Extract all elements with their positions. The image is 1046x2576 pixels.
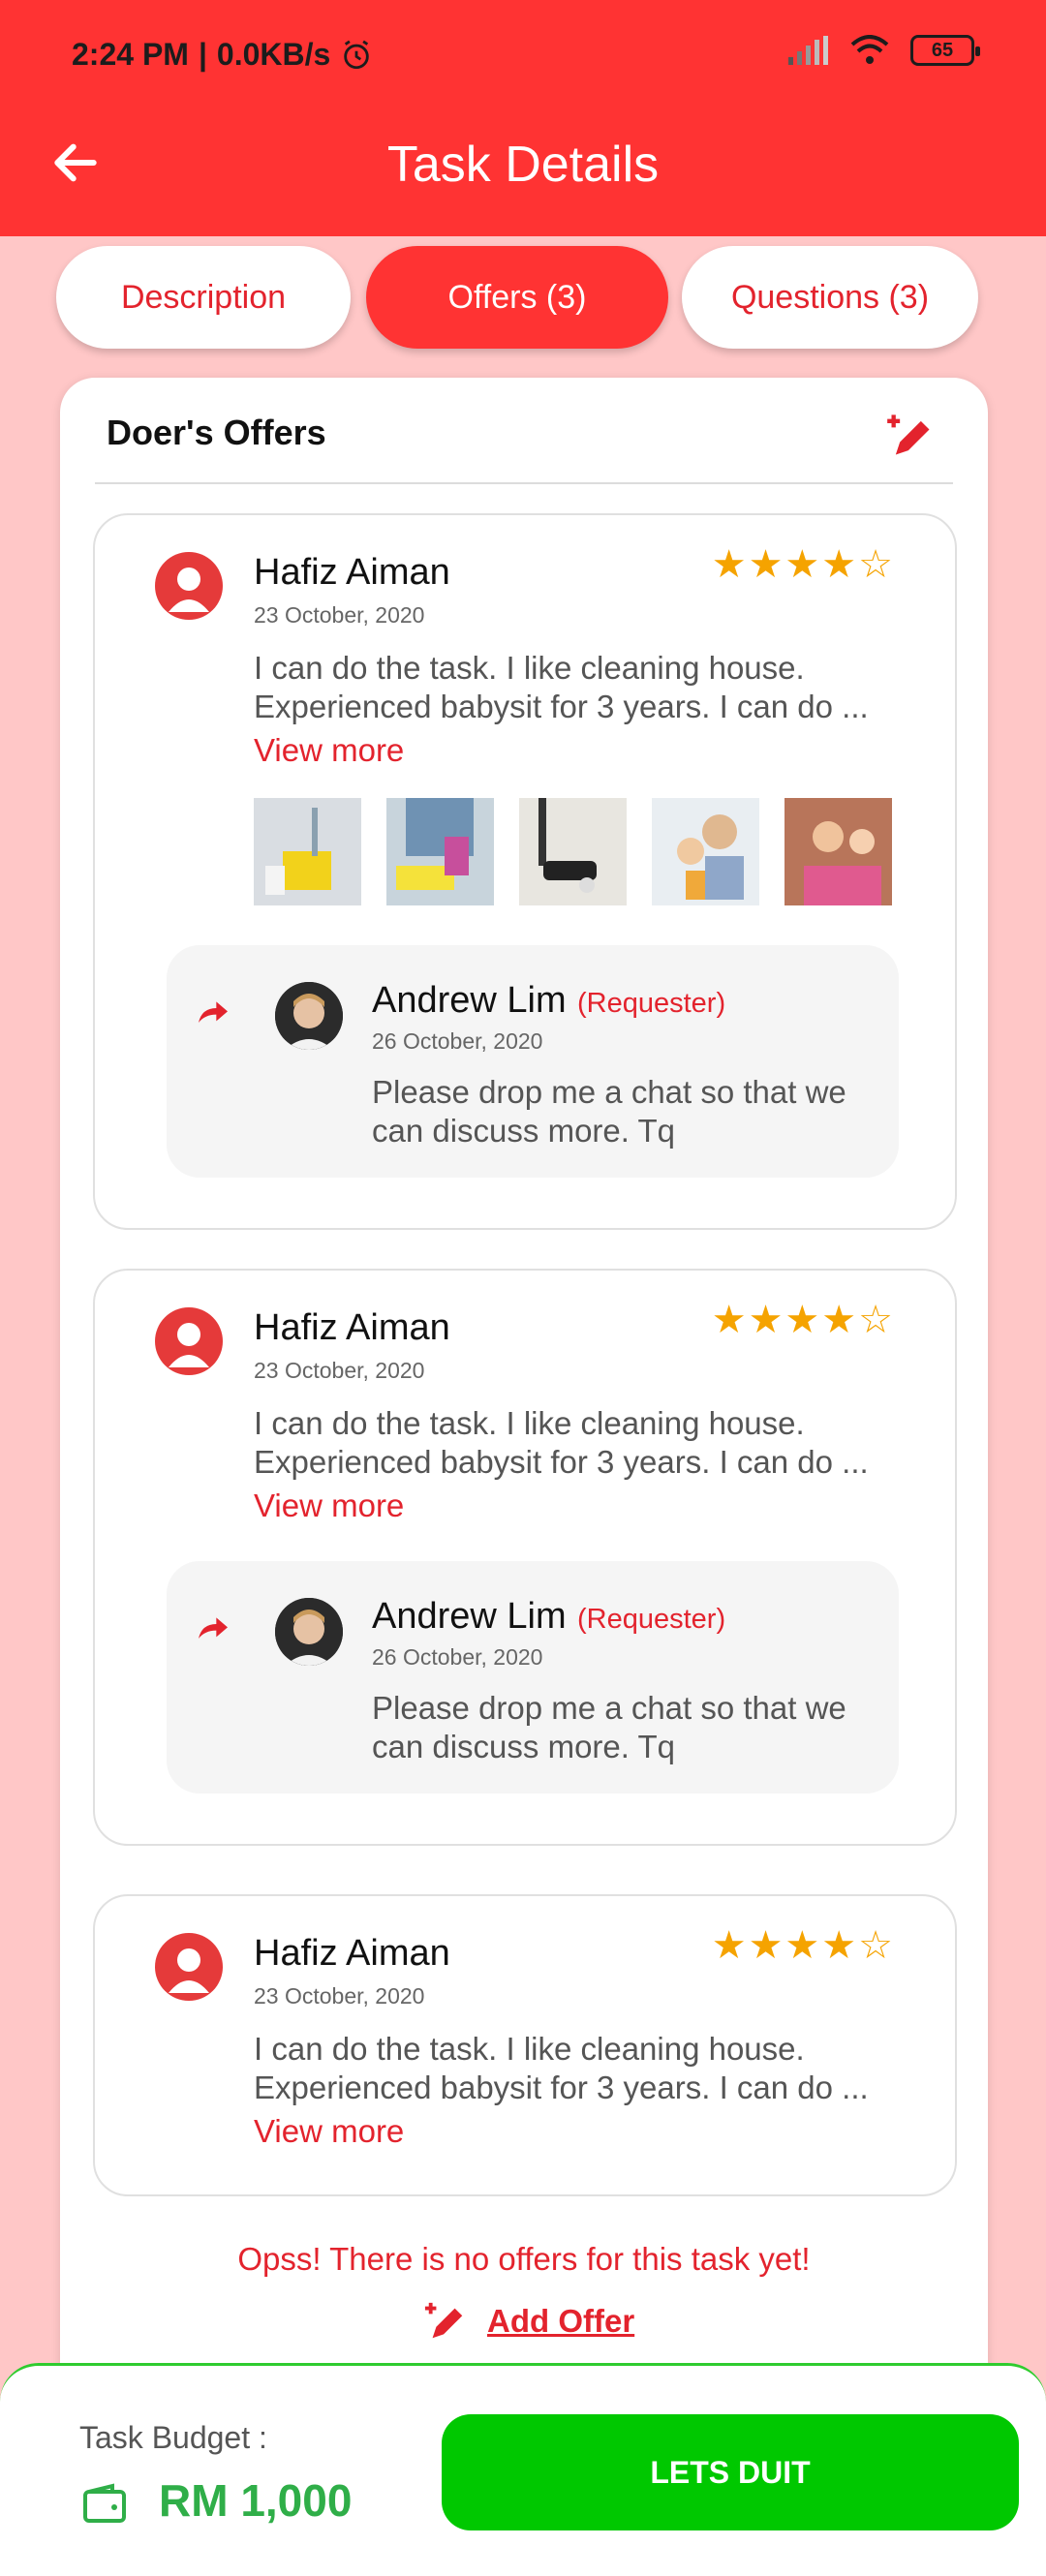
requester-reply: Andrew Lim (Requester) 26 October, 2020 … — [167, 1561, 899, 1794]
avatar — [275, 982, 343, 1050]
offer-text: I can do the task. I like cleaning house… — [254, 2031, 869, 2105]
offer-card: Hafiz Aiman 23 October, 2020 ★★★★☆ I can… — [93, 513, 957, 1230]
requester-role: (Requester) — [577, 1604, 726, 1635]
offer-photo-thumbnail[interactable] — [652, 798, 759, 905]
reply-text: Please drop me a chat so that we can dis… — [372, 1690, 846, 1764]
add-offer-button[interactable]: Add Offer — [423, 2299, 634, 2344]
reply-arrow-icon — [199, 1617, 228, 1639]
avatar — [155, 552, 223, 620]
tab-questions[interactable]: Questions (3) — [682, 246, 978, 349]
tab-description[interactable]: Description — [56, 246, 351, 349]
reply-date: 26 October, 2020 — [372, 1028, 543, 1054]
task-budget-value: RM 1,000 — [159, 2475, 353, 2526]
status-icons: 65 — [786, 35, 980, 66]
reply-date: 26 October, 2020 — [372, 1644, 543, 1670]
view-more-link[interactable]: View more — [254, 1487, 404, 1524]
star-rating: ★★★★☆ — [711, 543, 895, 586]
tab-bar: Description Offers (3) Questions (3) — [56, 246, 978, 349]
offer-card: Hafiz Aiman 23 October, 2020 ★★★★☆ I can… — [93, 1894, 957, 2196]
star-rating: ★★★★☆ — [711, 1924, 895, 1967]
offer-text: I can do the task. I like cleaning house… — [254, 650, 869, 724]
lets-duit-button[interactable]: LETS DUIT — [442, 2414, 1019, 2530]
status-network-speed: 0.0KB/s — [216, 37, 331, 72]
requester-name: Andrew Lim — [372, 1596, 567, 1637]
requester-reply: Andrew Lim (Requester) 26 October, 2020 … — [167, 945, 899, 1178]
reply-text: Please drop me a chat so that we can dis… — [372, 1074, 846, 1149]
status-bar: 2:24 PM | 0.0KB/s — [72, 37, 373, 73]
task-budget-label: Task Budget : — [79, 2420, 267, 2455]
wifi-icon — [850, 35, 889, 64]
avatar — [155, 1933, 223, 2001]
offer-photo-thumbnail[interactable] — [386, 798, 494, 905]
offer-date: 23 October, 2020 — [254, 1983, 425, 2009]
requester-role: (Requester) — [577, 988, 726, 1019]
offer-date: 23 October, 2020 — [254, 1358, 425, 1383]
offer-text: I can do the task. I like cleaning house… — [254, 1405, 869, 1480]
alarm-icon — [344, 40, 370, 69]
section-title: Doer's Offers — [107, 413, 326, 452]
wallet-icon — [83, 2483, 126, 2523]
doer-name: Hafiz Aiman — [254, 1307, 450, 1348]
divider — [95, 482, 953, 484]
edit-sparkle-icon — [424, 2302, 463, 2339]
signal-icon — [788, 36, 828, 65]
battery-icon: 65 — [910, 35, 980, 66]
edit-sparkle-icon[interactable] — [885, 411, 936, 461]
offer-photo-thumbnail[interactable] — [784, 798, 892, 905]
star-rating: ★★★★☆ — [711, 1299, 895, 1341]
bottom-bar: Task Budget : RM 1,000 LETS DUIT — [0, 2363, 1046, 2576]
reply-arrow-icon — [199, 1001, 228, 1023]
empty-offers-message: Opss! There is no offers for this task y… — [237, 2241, 811, 2277]
offer-date: 23 October, 2020 — [254, 602, 425, 628]
offer-photo-thumbnail[interactable] — [254, 798, 361, 905]
doer-name: Hafiz Aiman — [254, 1933, 450, 1974]
add-offer-label: Add Offer — [487, 2303, 635, 2339]
tab-offers[interactable]: Offers (3) — [366, 246, 668, 349]
avatar — [155, 1307, 223, 1375]
app-header: 2:24 PM | 0.0KB/s 65 Task Details — [0, 0, 1046, 236]
offer-photos — [254, 798, 892, 905]
offer-card: Hafiz Aiman 23 October, 2020 ★★★★☆ I can… — [93, 1269, 957, 1846]
page-title: Task Details — [386, 137, 660, 193]
view-more-link[interactable]: View more — [254, 2113, 404, 2150]
doer-name: Hafiz Aiman — [254, 552, 450, 593]
requester-name: Andrew Lim — [372, 980, 567, 1021]
status-time: 2:24 PM — [72, 37, 189, 72]
offer-photo-thumbnail[interactable] — [519, 798, 627, 905]
view-more-link[interactable]: View more — [254, 732, 404, 769]
avatar — [275, 1598, 343, 1666]
offers-panel: Doer's Offers Hafiz Aiman 23 October, 20… — [60, 378, 988, 2576]
